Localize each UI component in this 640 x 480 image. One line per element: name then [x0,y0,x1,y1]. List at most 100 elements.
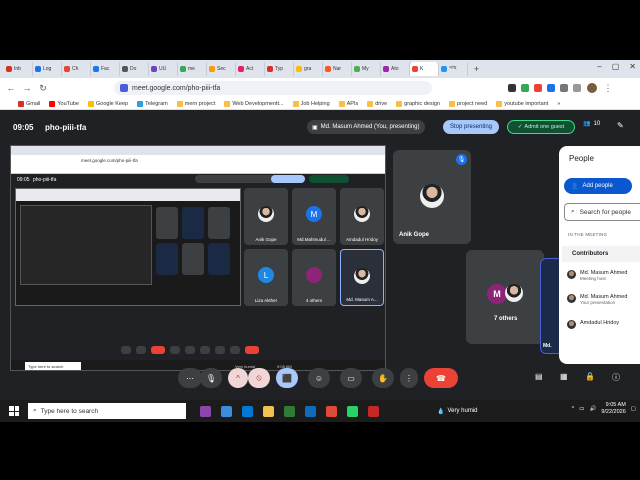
pen-extension-icon[interactable] [508,84,516,92]
browser-tab[interactable]: gra [294,62,323,76]
browser-tab[interactable]: My [352,62,381,76]
bookmark-item[interactable]: Web Developmentt... [224,100,284,107]
network-icon[interactable]: ▭ [579,406,584,412]
raise-hand-button[interactable]: ✋ [372,368,394,388]
new-tab-button[interactable]: + [474,64,479,74]
notification-icon[interactable]: ▢ [631,406,636,412]
bookmark-item[interactable]: Job Helping [292,100,330,107]
tray-chevron-icon[interactable]: ^ [572,406,575,412]
shared-participant-name: Liza Akther [254,298,278,303]
others-tile[interactable]: M 7 others [466,250,544,344]
taskbar-apps [200,405,379,417]
options-button[interactable]: ⋮ [400,368,418,388]
browser-tab[interactable]: Do [120,62,149,76]
bookmark-icon [367,100,374,107]
host-controls-icon[interactable]: 🔒 [585,372,595,381]
bookmark-item[interactable]: drive [367,100,387,107]
bookmark-item[interactable]: project need [448,100,487,107]
weather-widget[interactable]: 💧 Very humid [437,408,478,415]
profile-avatar[interactable] [587,83,597,93]
bookmark-item[interactable]: APIs [338,100,359,107]
bookmark-item[interactable]: Telegram [137,100,168,107]
camera-off-button[interactable]: ⦸ [248,368,270,388]
site-info-icon[interactable] [120,84,128,92]
taskbar-app-icon[interactable] [305,405,316,417]
reload-icon[interactable]: ↻ [38,83,48,94]
people-count-button[interactable]: 👥 10 [583,120,600,128]
others-label: 7 others [494,316,518,322]
add-people-button[interactable]: 👤 Add people [564,178,632,194]
bookmark-item[interactable]: Gmail [18,100,40,107]
mic-options-button[interactable]: ^ [228,368,248,388]
present-button[interactable]: ⬛ [276,368,298,388]
taskbar-search-input[interactable]: ⌕ Type here to search [28,403,186,419]
browser-tab[interactable]: Nar [323,62,352,76]
gallery-extension-icon[interactable] [547,84,555,92]
extension-icon[interactable] [534,84,542,92]
mic-button[interactable]: 🎙 [200,368,222,388]
minimize-icon[interactable]: – [597,62,601,71]
chat-icon[interactable]: ▤ [535,372,543,381]
info-icon[interactable]: ⓘ [612,372,620,383]
bookmark-item[interactable]: Google Keep [88,100,129,107]
more-options-button[interactable]: ⋯ [178,368,202,388]
bookmark-label: Google Keep [96,100,129,107]
url-input[interactable]: meet.google.com/pho-piii-tfa [114,81,432,95]
bookmark-label: mern project [184,100,216,107]
puzzle-icon[interactable] [560,84,568,92]
browser-tab[interactable]: সাহ [439,62,468,76]
person-row[interactable]: Amdadul Hridoy [567,320,640,329]
leave-call-button[interactable]: ☎ [424,368,458,388]
bookmark-item[interactable]: youtube important [496,100,548,107]
back-icon[interactable]: ← [6,83,16,93]
emoji-button[interactable]: ☺ [308,368,330,388]
bookmark-item[interactable]: » [557,101,560,107]
contributors-group[interactable]: Contributors [562,246,640,262]
browser-tab[interactable]: Fac [91,62,120,76]
browser-tab[interactable]: Ato [381,62,410,76]
activities-icon[interactable]: ▦ [560,372,568,381]
browser-tab[interactable]: UU [149,62,178,76]
browser-tab[interactable]: K [410,62,439,76]
browser-tab[interactable]: Typ [265,62,294,76]
pen-icon[interactable]: ✎ [617,121,624,130]
taskbar-app-icon[interactable] [347,405,358,417]
person-row[interactable]: Md. Masum Ahmed Your presentation [567,294,640,305]
forward-icon[interactable]: → [22,83,32,93]
person-row[interactable]: Md. Masum Ahmed Meeting host [567,270,640,281]
taskbar-app-icon[interactable] [221,405,232,417]
bookmark-icon [18,100,24,107]
taskbar-app-icon[interactable] [263,405,274,417]
browser-tab[interactable]: Act [236,62,265,76]
taskbar-app-icon[interactable] [284,405,295,417]
browser-tab[interactable]: Ch [62,62,91,76]
volume-icon[interactable]: 🔊 [589,406,596,412]
taskbar-app-icon[interactable] [242,405,253,417]
close-icon[interactable]: ✕ [629,62,636,71]
browser-tab[interactable]: Log [33,62,62,76]
browser-tab[interactable]: Inb [4,62,33,76]
tab-label: Inb [14,66,21,72]
bookmark-item[interactable]: YouTube [49,100,79,107]
admit-guest-button[interactable]: ✓ Admit one guest [507,120,575,134]
taskbar-app-icon[interactable] [326,405,337,417]
sidebar-icon[interactable] [573,84,581,92]
bookmark-item[interactable]: mern project [176,100,216,107]
browser-tab[interactable]: Sec [207,62,236,76]
maximize-icon[interactable]: ▢ [612,62,620,71]
browser-menu-icon[interactable]: ⋮ [603,83,613,94]
taskbar-app-icon[interactable] [368,405,379,417]
stop-presenting-button[interactable]: Stop presenting [443,120,499,134]
bookmark-label: APIs [346,100,359,107]
shared-time: 09:05 [17,177,30,183]
participant-tile[interactable]: 🎙 Anik Gope [393,150,471,244]
drive-extension-icon[interactable] [521,84,529,92]
clock[interactable]: 9:05 AM 9/22/2026 [601,402,625,416]
person-name: Amdadul Hridoy [580,320,620,326]
taskbar-app-icon[interactable] [200,405,211,417]
browser-tab[interactable]: me [178,62,207,76]
bookmark-item[interactable]: graphic design [396,100,440,107]
captions-button[interactable]: ▭ [340,368,362,388]
search-people-input[interactable]: ⌕ Search for people [564,203,640,221]
windows-start-icon[interactable] [6,403,22,419]
